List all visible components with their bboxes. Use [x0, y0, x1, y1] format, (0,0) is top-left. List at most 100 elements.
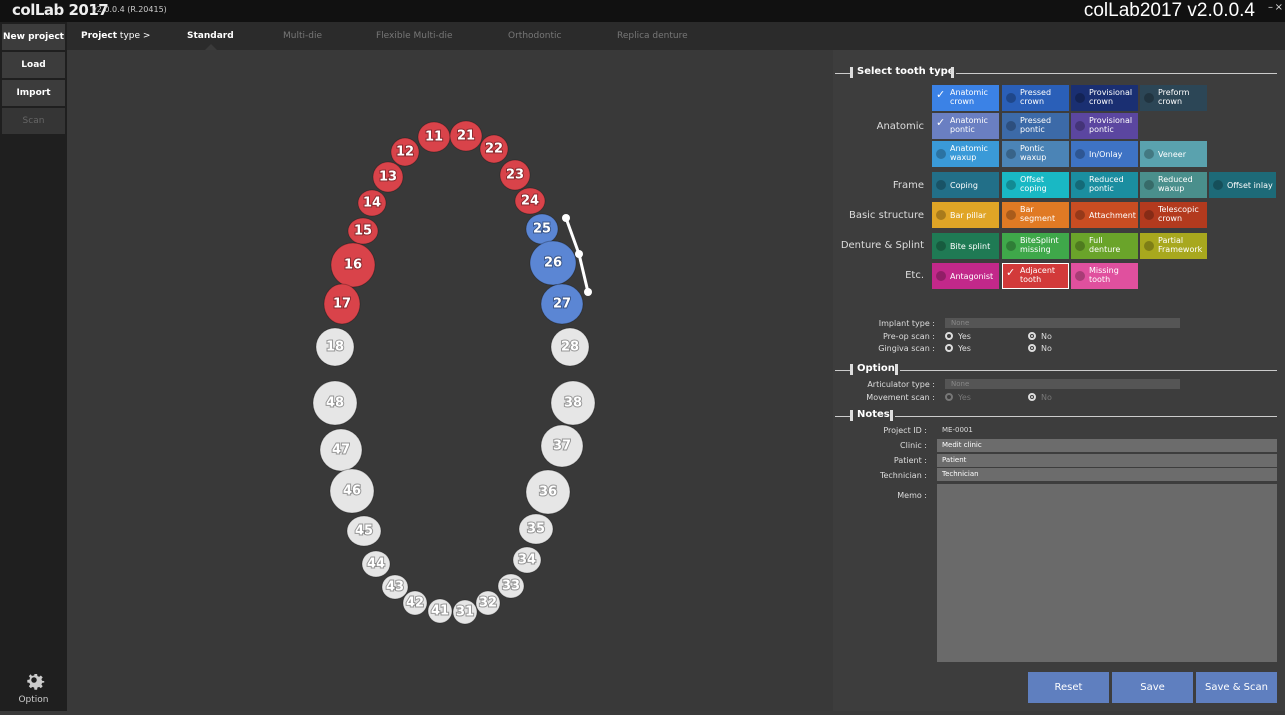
- bridge-handle[interactable]: [562, 214, 570, 222]
- tooth-type-partial-framework-button[interactable]: Partial Framework: [1140, 233, 1207, 259]
- tooth-37[interactable]: 37: [540, 424, 584, 468]
- tooth-type-bitesplint-missing-button[interactable]: BiteSplint missing: [1002, 233, 1069, 259]
- tooth-type-full-denture-button[interactable]: Full denture: [1071, 233, 1138, 259]
- tooth-38[interactable]: 38: [550, 380, 596, 426]
- memo-textarea[interactable]: [937, 484, 1277, 662]
- tooth-34[interactable]: 34: [512, 546, 542, 574]
- tooth-type-offset-coping-button[interactable]: Offset coping: [1002, 172, 1069, 198]
- tooth-18[interactable]: 18: [315, 327, 355, 367]
- tooth-11[interactable]: 11: [417, 121, 451, 153]
- tooth-type-sublabel: tooth: [1089, 275, 1111, 284]
- tooth-12[interactable]: 12: [390, 137, 420, 167]
- tooth-28[interactable]: 28: [550, 327, 590, 367]
- tooth-46[interactable]: 46: [329, 468, 375, 514]
- tooth-type-reduced-waxup-button[interactable]: Reduced waxup: [1140, 172, 1207, 198]
- tooth-type-preform-crown-button[interactable]: Preform crown: [1140, 85, 1207, 111]
- tooth-36[interactable]: 36: [525, 469, 571, 515]
- tooth-type-anatomic-pontic-button[interactable]: Anatomicpontic: [932, 113, 999, 139]
- tab-replica-denture[interactable]: Replica denture: [617, 31, 688, 41]
- tooth-type-label: Missing: [1089, 266, 1119, 275]
- tooth-25[interactable]: 25: [525, 213, 559, 245]
- tooth-15[interactable]: 15: [347, 217, 379, 245]
- tooth-48[interactable]: 48: [312, 380, 358, 426]
- tooth-type-veneer-button[interactable]: Veneer: [1140, 141, 1207, 167]
- title-bar: colLab 2017 v2.0.0.4 (R.20415) colLab201…: [0, 0, 1285, 22]
- tooth-23[interactable]: 23: [499, 159, 531, 191]
- tooth-41[interactable]: 41: [427, 598, 453, 624]
- articulator-type-dropdown[interactable]: None: [945, 379, 1180, 389]
- tooth-35[interactable]: 35: [518, 513, 554, 545]
- tab-multi-die[interactable]: Multi-die: [283, 31, 322, 41]
- tab-orthodontic[interactable]: Orthodontic: [508, 31, 561, 41]
- tooth-type-pontic-waxup-button[interactable]: Pontic waxup: [1002, 141, 1069, 167]
- tab-standard[interactable]: Standard: [187, 31, 234, 41]
- tooth-type-antagonist-button[interactable]: Antagonist: [932, 263, 999, 289]
- tooth-type-coping-button[interactable]: Coping: [932, 172, 999, 198]
- tooth-type-bar-segment-button[interactable]: Bar segment: [1002, 202, 1069, 228]
- tooth-type-offset-inlay-button[interactable]: Offset inlay: [1209, 172, 1276, 198]
- tooth-17[interactable]: 17: [323, 283, 361, 325]
- tooth-27[interactable]: 27: [540, 283, 584, 325]
- movement-no-radio[interactable]: No: [1028, 393, 1052, 402]
- bridge-handle[interactable]: [575, 250, 583, 258]
- tooth-type-inonlay-button[interactable]: In/Onlay: [1071, 141, 1138, 167]
- save-button[interactable]: Save: [1112, 672, 1193, 703]
- tooth-14[interactable]: 14: [357, 189, 387, 217]
- tooth-47[interactable]: 47: [319, 428, 363, 472]
- tooth-45[interactable]: 45: [346, 515, 382, 547]
- tooth-42[interactable]: 42: [402, 590, 428, 616]
- row-label-denture-splint: Denture & Splint: [840, 240, 924, 251]
- technician-field[interactable]: Technician: [937, 468, 1277, 481]
- close-icon[interactable]: ×: [1275, 2, 1283, 13]
- new-project-button[interactable]: New project: [2, 24, 65, 50]
- clinic-field[interactable]: Medit clinic: [937, 439, 1277, 452]
- tooth-type-bite-splint-button[interactable]: Bite splint: [932, 233, 999, 259]
- tooth-33[interactable]: 33: [497, 573, 525, 599]
- import-button[interactable]: Import: [2, 80, 65, 106]
- tooth-24[interactable]: 24: [514, 187, 546, 215]
- minimize-icon[interactable]: –: [1268, 2, 1273, 13]
- tooth-43[interactable]: 43: [381, 574, 409, 600]
- status-dot-icon: [1075, 210, 1085, 220]
- bridge-handle[interactable]: [584, 288, 592, 296]
- save-scan-button[interactable]: Save & Scan: [1196, 672, 1277, 703]
- tooth-type-pressed-pontic-button[interactable]: Pressed pontic: [1002, 113, 1069, 139]
- tab-flexible-multi-die[interactable]: Flexible Multi-die: [376, 31, 453, 41]
- tooth-31[interactable]: 31: [452, 599, 478, 625]
- movement-yes-radio[interactable]: Yes: [945, 393, 971, 402]
- tooth-type-provisional-pontic-button[interactable]: Provisional pontic: [1071, 113, 1138, 139]
- tooth-number: 12: [396, 145, 414, 160]
- preop-no-radio[interactable]: No: [1028, 332, 1052, 341]
- tooth-26[interactable]: 26: [529, 240, 577, 286]
- gingiva-no-radio[interactable]: No: [1028, 344, 1052, 353]
- tooth-type-provisional-crown-button[interactable]: Provisional crown: [1071, 85, 1138, 111]
- tooth-type-adjacent-tooth-button[interactable]: Adjacenttooth: [1002, 263, 1069, 289]
- gingiva-yes-radio[interactable]: Yes: [945, 344, 971, 353]
- tooth-number: 26: [544, 256, 562, 271]
- tooth-type-bar-pillar-button[interactable]: Bar pillar: [932, 202, 999, 228]
- tooth-type-anatomic-crown-button[interactable]: Anatomiccrown: [932, 85, 999, 111]
- patient-field[interactable]: Patient: [937, 454, 1277, 467]
- tooth-type-anatomic-waxup-button[interactable]: Anatomic waxup: [932, 141, 999, 167]
- tooth-type-label: Provisional: [1089, 116, 1133, 125]
- tooth-44[interactable]: 44: [361, 550, 391, 578]
- load-button[interactable]: Load: [2, 52, 65, 78]
- tooth-type-missing-tooth-button[interactable]: Missing tooth: [1071, 263, 1138, 289]
- tooth-22[interactable]: 22: [479, 134, 509, 164]
- option-button[interactable]: Option: [0, 669, 67, 705]
- tooth-type-attachment-button[interactable]: Attachment: [1071, 202, 1138, 228]
- tooth-type-sublabel: denture: [1089, 245, 1121, 254]
- tooth-13[interactable]: 13: [372, 161, 404, 193]
- project-type-label: Project type >: [81, 31, 150, 41]
- implant-type-dropdown[interactable]: None: [945, 318, 1180, 328]
- reset-button[interactable]: Reset: [1028, 672, 1109, 703]
- status-dot-icon: [1075, 121, 1085, 131]
- tooth-32[interactable]: 32: [475, 590, 501, 616]
- tooth-type-pressed-crown-button[interactable]: Pressed crown: [1002, 85, 1069, 111]
- tooth-16[interactable]: 16: [330, 242, 376, 288]
- tooth-type-reduced-pontic-button[interactable]: Reduced pontic: [1071, 172, 1138, 198]
- tooth-21[interactable]: 21: [449, 120, 483, 152]
- preop-yes-radio[interactable]: Yes: [945, 332, 971, 341]
- tooth-type-telescopic-crown-button[interactable]: Telescopic crown: [1140, 202, 1207, 228]
- scan-button[interactable]: Scan: [2, 108, 65, 134]
